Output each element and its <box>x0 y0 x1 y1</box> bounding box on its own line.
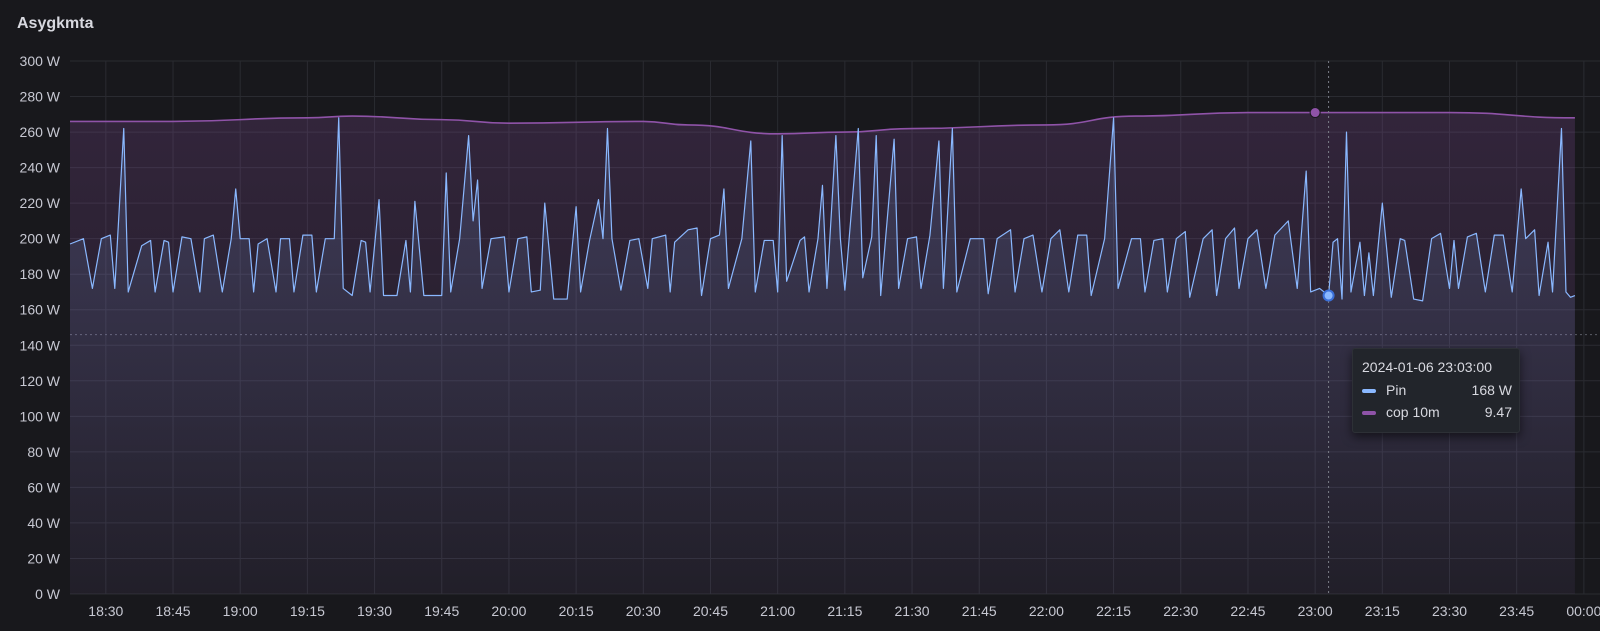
x-tick-label: 19:45 <box>424 603 459 619</box>
x-tick-label: 00:00 <box>1566 603 1600 619</box>
x-tick-label: 21:00 <box>760 603 795 619</box>
x-tick-label: 22:00 <box>1029 603 1064 619</box>
tooltip-series-name: cop 10m <box>1386 404 1440 420</box>
y-tick-label: 160 W <box>20 302 61 318</box>
x-tick-label: 18:45 <box>155 603 190 619</box>
x-tick-label: 23:15 <box>1365 603 1400 619</box>
cop-hover-point <box>1309 107 1321 119</box>
pin-hover-point <box>1322 289 1335 302</box>
x-tick-label: 18:30 <box>88 603 123 619</box>
x-tick-label: 23:00 <box>1298 603 1333 619</box>
x-tick-label: 19:30 <box>357 603 392 619</box>
x-tick-label: 22:45 <box>1230 603 1265 619</box>
x-tick-label: 19:15 <box>290 603 325 619</box>
series-areas <box>70 112 1575 595</box>
tooltip-series-name: Pin <box>1386 382 1407 398</box>
y-tick-label: 240 W <box>20 160 61 176</box>
chart-panel: Asygkmta 0 W 20 W 40 W 60 W 80 W 100 W 120 W 14… <box>0 0 1600 631</box>
tooltip-row-cop: cop 10m 9.47 <box>1362 404 1512 422</box>
y-tick-label: 300 W <box>20 53 61 69</box>
x-axis: 18:30 18:45 19:00 19:15 19:30 19:45 20:00 20:15… <box>88 603 1600 619</box>
y-tick-label: 140 W <box>20 337 61 353</box>
y-tick-label: 40 W <box>27 515 60 531</box>
y-tick-label: 220 W <box>20 195 61 211</box>
y-tick-label: 200 W <box>20 231 61 247</box>
y-axis: 0 W 20 W 40 W 60 W 80 W 100 W 120 W 140 W 160 W 1… <box>20 53 61 602</box>
hover-tooltip: 2024-01-06 23:03:00 Pin 168 W cop 10m 9.… <box>1352 348 1520 433</box>
y-tick-label: 180 W <box>20 266 61 282</box>
x-tick-label: 22:30 <box>1163 603 1198 619</box>
x-tick-label: 22:15 <box>1096 603 1131 619</box>
x-tick-label: 19:00 <box>223 603 258 619</box>
cop-legend-swatch <box>1362 411 1376 415</box>
y-tick-label: 120 W <box>20 373 61 389</box>
y-tick-label: 0 W <box>35 586 61 602</box>
y-tick-label: 20 W <box>27 550 60 566</box>
x-tick-label: 21:45 <box>962 603 997 619</box>
tooltip-row-pin: Pin 168 W <box>1362 382 1512 400</box>
x-tick-label: 21:15 <box>827 603 862 619</box>
line-chart[interactable]: 0 W 20 W 40 W 60 W 80 W 100 W 120 W 140 W 160 W 1… <box>0 0 1600 631</box>
x-tick-label: 23:30 <box>1432 603 1467 619</box>
y-tick-label: 60 W <box>27 479 60 495</box>
y-tick-label: 280 W <box>20 89 61 105</box>
x-tick-label: 20:45 <box>693 603 728 619</box>
pin-legend-swatch <box>1362 389 1376 393</box>
tooltip-time: 2024-01-06 23:03:00 <box>1362 359 1492 375</box>
x-tick-label: 20:30 <box>626 603 661 619</box>
x-tick-label: 20:15 <box>559 603 594 619</box>
y-tick-label: 100 W <box>20 408 61 424</box>
x-tick-label: 20:00 <box>491 603 526 619</box>
tooltip-series-value: 9.47 <box>1484 404 1512 420</box>
tooltip-series-value: 168 W <box>1471 382 1512 398</box>
x-tick-label: 23:45 <box>1499 603 1534 619</box>
x-tick-label: 21:30 <box>895 603 930 619</box>
y-tick-label: 80 W <box>27 444 60 460</box>
y-tick-label: 260 W <box>20 124 61 140</box>
